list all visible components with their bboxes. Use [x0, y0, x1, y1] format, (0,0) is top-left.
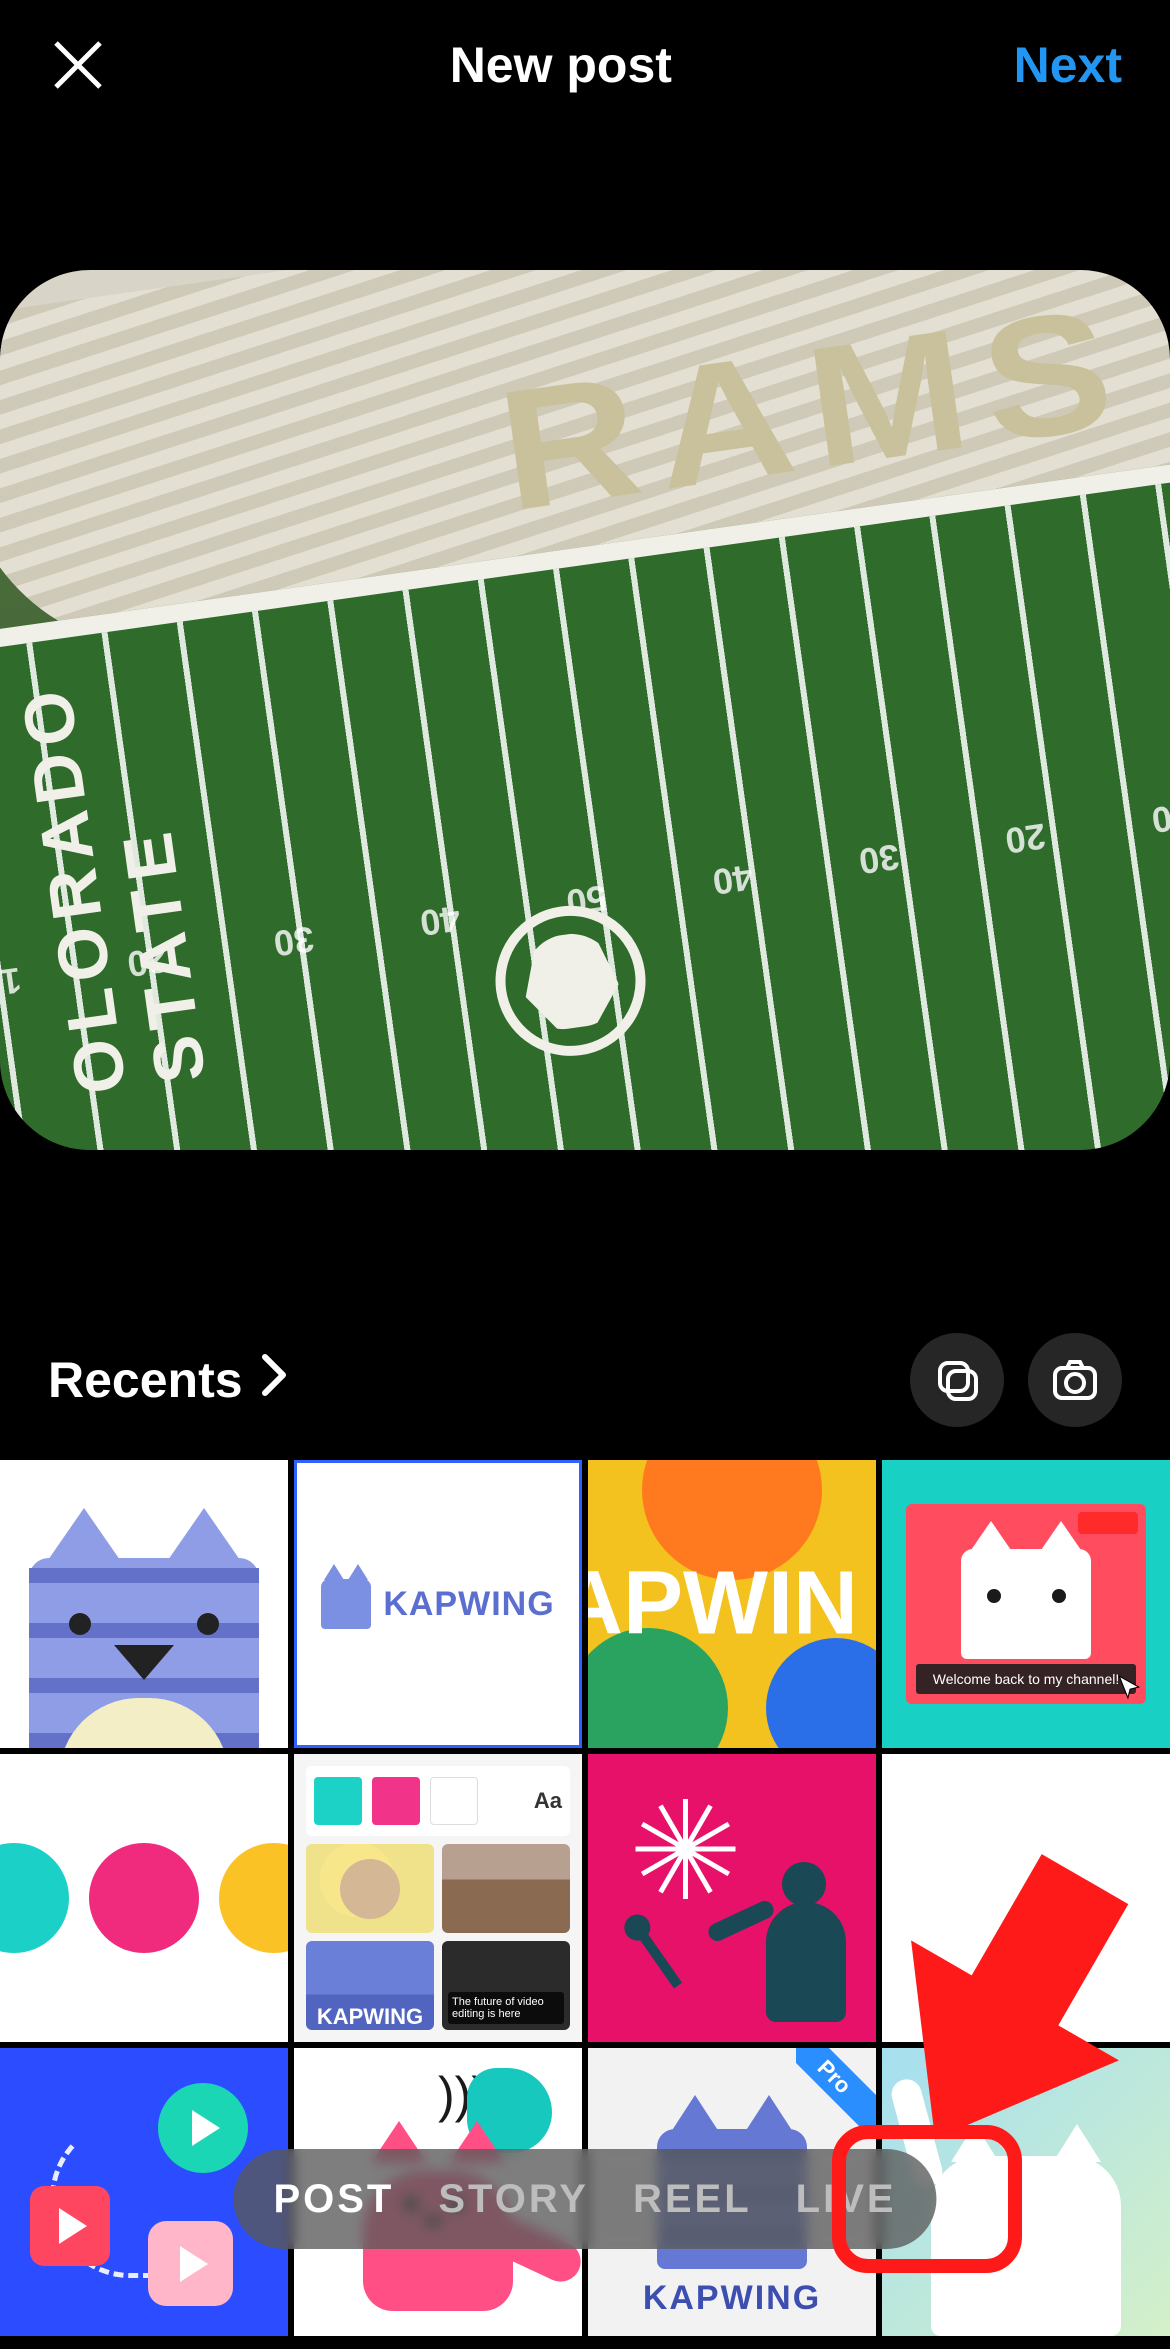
yard-marker: 40 — [417, 897, 463, 944]
thumb-text: KAPWING — [306, 1941, 434, 2030]
yard-marker: 10 — [0, 959, 24, 1006]
thumb-banner-text: Welcome back to my channel! — [916, 1664, 1136, 1694]
microphone-icon — [634, 1925, 682, 1988]
close-button[interactable] — [48, 35, 108, 95]
yard-marker: 30 — [856, 835, 902, 882]
singer-icon — [726, 1862, 846, 2022]
page-title: New post — [450, 36, 672, 94]
camera-button[interactable] — [1028, 1333, 1122, 1427]
mode-live[interactable]: LIVE — [796, 2177, 897, 2222]
selected-media-preview[interactable]: RAMS 10 20 30 40 50 40 30 20 10 OLORADO … — [0, 270, 1170, 1150]
grid-thumb[interactable]: APWIN — [588, 1460, 876, 1748]
grid-thumb[interactable]: Welcome back to my channel! — [882, 1460, 1170, 1748]
preview-area[interactable]: RAMS 10 20 30 40 50 40 30 20 10 OLORADO … — [0, 130, 1170, 1290]
grid-thumb[interactable] — [588, 1754, 876, 2042]
album-actions — [910, 1333, 1122, 1427]
grid-thumb[interactable] — [882, 1754, 1170, 2042]
cursor-icon — [1116, 1674, 1142, 1700]
pro-badge: Pro — [796, 2048, 876, 2128]
yard-marker: 30 — [271, 917, 317, 964]
thumb-aa-label: Aa — [534, 1788, 562, 1814]
grid-thumb-selected[interactable]: KAPWING — [294, 1460, 582, 1748]
play-icon — [158, 2083, 248, 2173]
yard-marker: 10 — [1149, 794, 1170, 841]
mode-reel[interactable]: REEL — [633, 2177, 752, 2222]
header: New post Next — [0, 0, 1170, 130]
album-picker[interactable]: Recents — [48, 1351, 289, 1409]
grid-thumb[interactable]: Aa KAPWING The future of video editing i… — [294, 1754, 582, 2042]
grid-thumb[interactable] — [0, 1460, 288, 1748]
album-label: Recents — [48, 1351, 243, 1409]
thumb-text: KAPWING — [383, 1585, 554, 1624]
yard-marker: 40 — [710, 856, 756, 903]
close-icon — [50, 37, 106, 93]
mode-selector: POST STORY REEL LIVE — [233, 2149, 936, 2249]
thumb-tagline: The future of video editing is here — [448, 1992, 564, 2024]
play-icon — [30, 2186, 110, 2266]
multi-select-icon — [934, 1357, 980, 1403]
sparkle-icon — [623, 1789, 743, 1909]
subscribe-badge-icon — [1078, 1512, 1138, 1534]
mode-story[interactable]: STORY — [438, 2177, 589, 2222]
mode-post[interactable]: POST — [273, 2177, 394, 2222]
play-icon — [148, 2221, 233, 2306]
grid-thumb[interactable] — [0, 1754, 288, 2042]
thumb-text: KAPWING — [643, 2279, 821, 2318]
multi-select-button[interactable] — [910, 1333, 1004, 1427]
next-button[interactable]: Next — [1014, 36, 1122, 94]
kapwing-logo-icon — [321, 1579, 371, 1629]
album-row: Recents — [0, 1330, 1170, 1430]
yard-marker: 20 — [1003, 815, 1049, 862]
chevron-right-icon — [261, 1353, 289, 1408]
camera-icon — [1050, 1355, 1100, 1405]
thumb-text: APWIN — [588, 1553, 858, 1656]
